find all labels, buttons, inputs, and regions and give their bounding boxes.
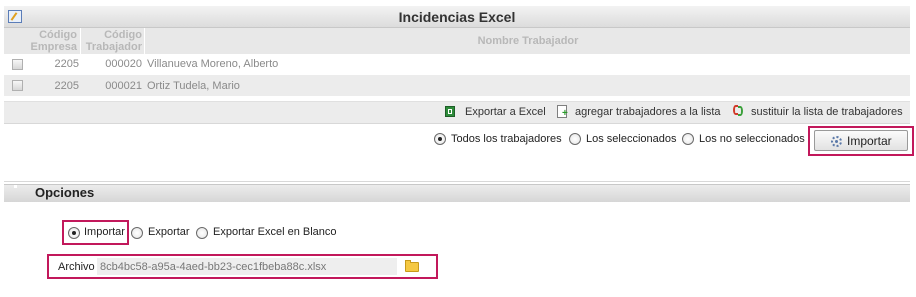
radio-selected-workers[interactable] [569,133,581,145]
row-checkbox[interactable] [12,59,23,70]
swap-arrows-icon[interactable] [732,104,744,117]
cell-nombre: Villanueva Moreno, Alberto [147,58,279,70]
cell-nombre: Ortiz Tudela, Mario [147,80,240,92]
replace-list-link[interactable]: sustituir la lista de trabajadores [751,106,903,118]
folder-icon[interactable] [405,260,419,272]
column-header-nombre[interactable]: Nombre Trabajador [146,35,910,47]
excel-icon[interactable] [445,106,455,117]
import-button-label: Importar [847,134,892,148]
radio-label-import[interactable]: Importar [84,226,125,238]
radio-label-all[interactable]: Todos los trabajadores [451,133,562,145]
cell-trabajador: 000020 [105,58,142,70]
radio-unselected-workers[interactable] [682,133,694,145]
column-header-empresa[interactable]: Código Empresa [30,29,77,53]
cell-empresa: 2205 [54,80,79,92]
file-path-field[interactable]: 8cb4bc58-a95a-4aed-bb23-cec1fbeba88c.xls… [97,258,397,275]
radio-label-export[interactable]: Exportar [148,226,190,238]
column-header-trabajador[interactable]: Código Trabajador [82,29,142,53]
radio-mode-export[interactable] [131,227,143,239]
divider [4,123,910,124]
import-button[interactable]: Importar [814,130,908,151]
radio-mode-export-blank[interactable] [196,227,208,239]
row-checkbox[interactable] [12,80,23,91]
export-excel-link[interactable]: Exportar a Excel [465,106,546,118]
radio-label-selected[interactable]: Los seleccionados [586,133,677,145]
gear-icon [831,136,842,147]
radio-mode-import[interactable] [68,227,80,239]
add-workers-link[interactable]: agregar trabajadores a la lista [575,106,721,118]
file-label: Archivo [58,261,95,273]
column-divider [144,28,145,54]
panel-title: Incidencias Excel [398,9,516,25]
options-section-bar [4,184,910,202]
options-section-title: Opciones [35,185,95,200]
cell-trabajador: 000021 [105,80,142,92]
cell-empresa: 2205 [54,58,79,70]
column-divider [80,28,81,54]
radio-label-unselected[interactable]: Los no seleccionados [699,133,805,145]
section-marker [14,185,17,188]
add-document-icon[interactable] [557,105,568,119]
radio-label-export-blank[interactable]: Exportar Excel en Blanco [213,226,337,238]
radio-all-workers[interactable] [434,133,446,145]
divider [4,181,910,182]
